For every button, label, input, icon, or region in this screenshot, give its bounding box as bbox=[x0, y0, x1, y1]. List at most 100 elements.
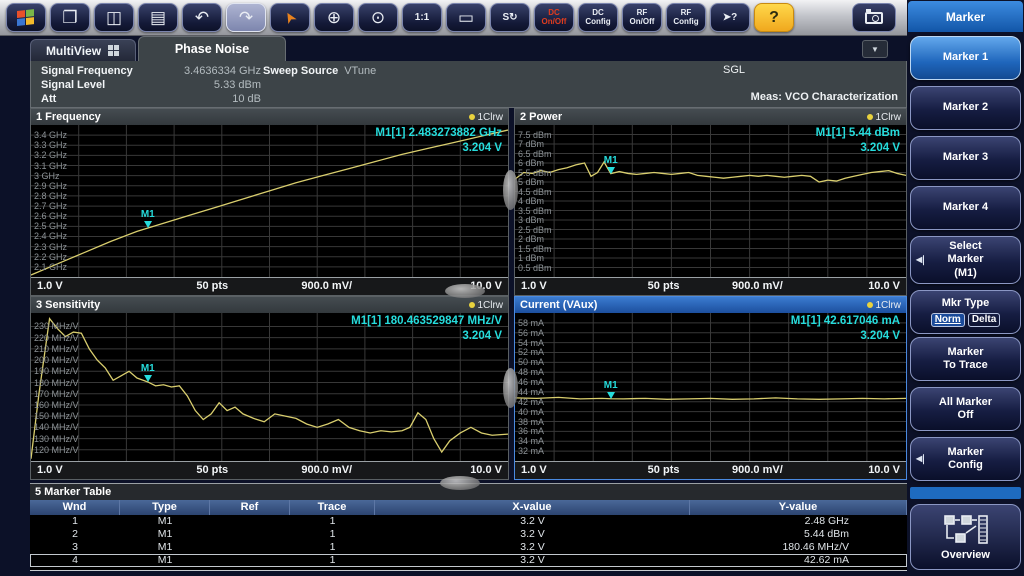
marker-config-button[interactable]: ◀MarkerConfig bbox=[910, 437, 1021, 481]
undo-button[interactable]: ↶ bbox=[182, 3, 222, 32]
open-folder-icon: ❐ bbox=[62, 9, 77, 26]
y-axis-tick-label: 52 mA bbox=[518, 347, 544, 357]
marker-2-button[interactable]: Marker 2 bbox=[910, 86, 1021, 130]
signal-frequency-value[interactable]: 3.4636334 GHz bbox=[159, 64, 261, 78]
marker-table-row-4[interactable]: 4M113.2 V42.62 mA bbox=[30, 554, 907, 567]
marker-table-row-3[interactable]: 3M113.2 V180.46 MHz/V bbox=[30, 541, 907, 554]
marker-table-cell: 4 bbox=[30, 554, 120, 567]
y-axis-tick-label: 2.3 GHz bbox=[34, 242, 67, 252]
screenshot-button[interactable] bbox=[852, 3, 896, 32]
rf-onoff-button[interactable]: RFOn/Off bbox=[622, 3, 662, 32]
rf-onoff-button-label: RFOn/Off bbox=[630, 9, 655, 26]
y-axis-tick-label: 2.4 GHz bbox=[34, 231, 67, 241]
sweep-continuous-button[interactable]: S↻ bbox=[490, 3, 530, 32]
y-axis-tick-label: 1.5 dBm bbox=[518, 244, 552, 254]
splitter-handle-horizontal-table[interactable] bbox=[440, 476, 480, 490]
chart-panel-4[interactable]: Current (VAux)1Clrw58 mA56 mA54 mA52 mA5… bbox=[514, 296, 907, 480]
y-axis-tick-label: 3.1 GHz bbox=[34, 161, 67, 171]
redo-button[interactable]: ↷ bbox=[226, 3, 266, 32]
y-axis-tick-label: 2 dBm bbox=[518, 234, 544, 244]
att-value[interactable]: 10 dB bbox=[159, 92, 261, 106]
x-axis-scale: 900.0 mV/ bbox=[732, 280, 783, 292]
y-axis-tick-label: 150 MHz/V bbox=[34, 411, 79, 421]
marker-to-trace-button[interactable]: MarkerTo Trace bbox=[910, 337, 1021, 381]
marker-table-cell: 3.2 V bbox=[375, 528, 690, 541]
trace-indicator: 1Clrw bbox=[867, 300, 901, 311]
trace-mode-label: 1Clrw bbox=[477, 112, 503, 123]
dc-onoff-button[interactable]: DCOn/Off bbox=[534, 3, 574, 32]
panel-title-bar[interactable]: 1 Frequency1Clrw bbox=[31, 109, 508, 125]
x-axis-footer: 1.0 V50 pts900.0 mV/10.0 V bbox=[515, 277, 906, 295]
y-axis-tick-label: 3.5 dBm bbox=[518, 206, 552, 216]
all-marker-off-button[interactable]: All MarkerOff bbox=[910, 387, 1021, 431]
select-marker-button[interactable]: ◀SelectMarker(M1) bbox=[910, 236, 1021, 284]
marker-table-cell: 3 bbox=[30, 541, 120, 554]
marker-readout: M1[1] 42.617046 mA3.204 V bbox=[791, 314, 900, 344]
x-axis-stop: 10.0 V bbox=[470, 464, 502, 476]
context-help-button[interactable]: ➤? bbox=[710, 3, 750, 32]
zoom-spectrum-button[interactable]: ⊙ bbox=[358, 3, 398, 32]
single-sweep-badge: SGL bbox=[723, 64, 745, 76]
marker-m1[interactable]: M1 bbox=[141, 364, 155, 382]
marker-table-row-1[interactable]: 1M113.2 V2.48 GHz bbox=[30, 515, 907, 528]
marker-m1[interactable]: M1 bbox=[604, 156, 618, 174]
splitter-handle-vertical-bottom[interactable] bbox=[503, 368, 518, 408]
help-icon: ? bbox=[769, 10, 779, 26]
y-axis-tick-label: 2.2 GHz bbox=[34, 252, 67, 262]
marker-table-cell bbox=[210, 528, 290, 541]
marker-4-button[interactable]: Marker 4 bbox=[910, 186, 1021, 230]
panel-title-bar[interactable]: Current (VAux)1Clrw bbox=[515, 297, 906, 313]
chart-area[interactable]: 7.5 dBm7 dBm6.5 dBm6 dBm5.5 dBm5 dBm4.5 … bbox=[515, 125, 906, 277]
sweep-points: 50 pts bbox=[196, 464, 228, 476]
marker-table-col-y-value: Y-value bbox=[690, 500, 907, 515]
dc-config-button[interactable]: DCConfig bbox=[578, 3, 618, 32]
overview-button[interactable]: Overview bbox=[910, 504, 1021, 570]
y-axis-tick-label: 42 mA bbox=[518, 397, 544, 407]
marker-m1-label: M1 bbox=[141, 364, 155, 374]
chart-panel-3[interactable]: 3 Sensitivity1Clrw230 MHz/V220 MHz/V210 … bbox=[30, 296, 509, 480]
panel-title-bar[interactable]: 2 Power1Clrw bbox=[515, 109, 906, 125]
chart-panel-2[interactable]: 2 Power1Clrw7.5 dBm7 dBm6.5 dBm6 dBm5.5 … bbox=[514, 108, 907, 296]
chart-area[interactable]: 230 MHz/V220 MHz/V210 MHz/V200 MHz/V190 … bbox=[31, 313, 508, 461]
marker-config-button-label: Config bbox=[948, 459, 983, 472]
display-config-button[interactable]: ▭ bbox=[446, 3, 486, 32]
rf-config-button[interactable]: RFConfig bbox=[666, 3, 706, 32]
marker-m1[interactable]: M1 bbox=[141, 210, 155, 228]
window-dropdown-button[interactable]: ▼ bbox=[862, 40, 888, 58]
trace-indicator: 1Clrw bbox=[867, 112, 901, 123]
splitter-handle-vertical-top[interactable] bbox=[503, 170, 518, 210]
windows-start-button[interactable] bbox=[6, 3, 46, 32]
chart-panel-1[interactable]: 1 Frequency1Clrw3.4 GHz3.3 GHz3.2 GHz3.1… bbox=[30, 108, 509, 296]
open-button[interactable]: ❐ bbox=[50, 3, 90, 32]
sweep-source-value[interactable]: VTune bbox=[344, 64, 376, 78]
marker-triangle-icon bbox=[607, 392, 615, 399]
marker-table-row-2[interactable]: 2M113.2 V5.44 dBm bbox=[30, 528, 907, 541]
panel-title-bar[interactable]: 3 Sensitivity1Clrw bbox=[31, 297, 508, 313]
save-button[interactable]: ◫ bbox=[94, 3, 134, 32]
print-icon: ▤ bbox=[150, 9, 166, 26]
overview-flow-icon bbox=[943, 514, 989, 546]
chart-area[interactable]: 58 mA56 mA54 mA52 mA50 mA48 mA46 mA44 mA… bbox=[515, 313, 906, 461]
print-button[interactable]: ▤ bbox=[138, 3, 178, 32]
marker-type-option-norm[interactable]: Norm bbox=[931, 313, 965, 327]
chevron-down-icon: ▼ bbox=[871, 45, 879, 54]
marker-type-option-delta[interactable]: Delta bbox=[968, 313, 1000, 327]
marker-table-cell: 3.2 V bbox=[375, 541, 690, 554]
trace-color-dot bbox=[469, 114, 475, 120]
zoom-area-button[interactable]: ⊕ bbox=[314, 3, 354, 32]
select-pointer-button[interactable]: ➤ bbox=[270, 3, 310, 32]
marker-m1[interactable]: M1 bbox=[604, 381, 618, 399]
marker-table-cell bbox=[210, 515, 290, 528]
marker-1-button[interactable]: Marker 1 bbox=[910, 36, 1021, 80]
tab-phase-noise[interactable]: Phase Noise bbox=[138, 36, 286, 61]
splitter-handle-horizontal-mid[interactable] bbox=[445, 284, 485, 298]
marker-table-header: WndTypeRefTraceX-valueY-value bbox=[30, 500, 907, 515]
overview-button-label: Overview bbox=[941, 549, 990, 561]
chart-area[interactable]: 3.4 GHz3.3 GHz3.2 GHz3.1 GHz3 GHz2.9 GHz… bbox=[31, 125, 508, 277]
tab-multiview[interactable]: MultiView bbox=[30, 39, 136, 61]
one-to-one-button[interactable]: 1:1 bbox=[402, 3, 442, 32]
help-button[interactable]: ? bbox=[754, 3, 794, 32]
marker-type-button[interactable]: Mkr TypeNormDelta bbox=[910, 290, 1021, 334]
signal-level-value[interactable]: 5.33 dBm bbox=[159, 78, 261, 92]
marker-3-button[interactable]: Marker 3 bbox=[910, 136, 1021, 180]
